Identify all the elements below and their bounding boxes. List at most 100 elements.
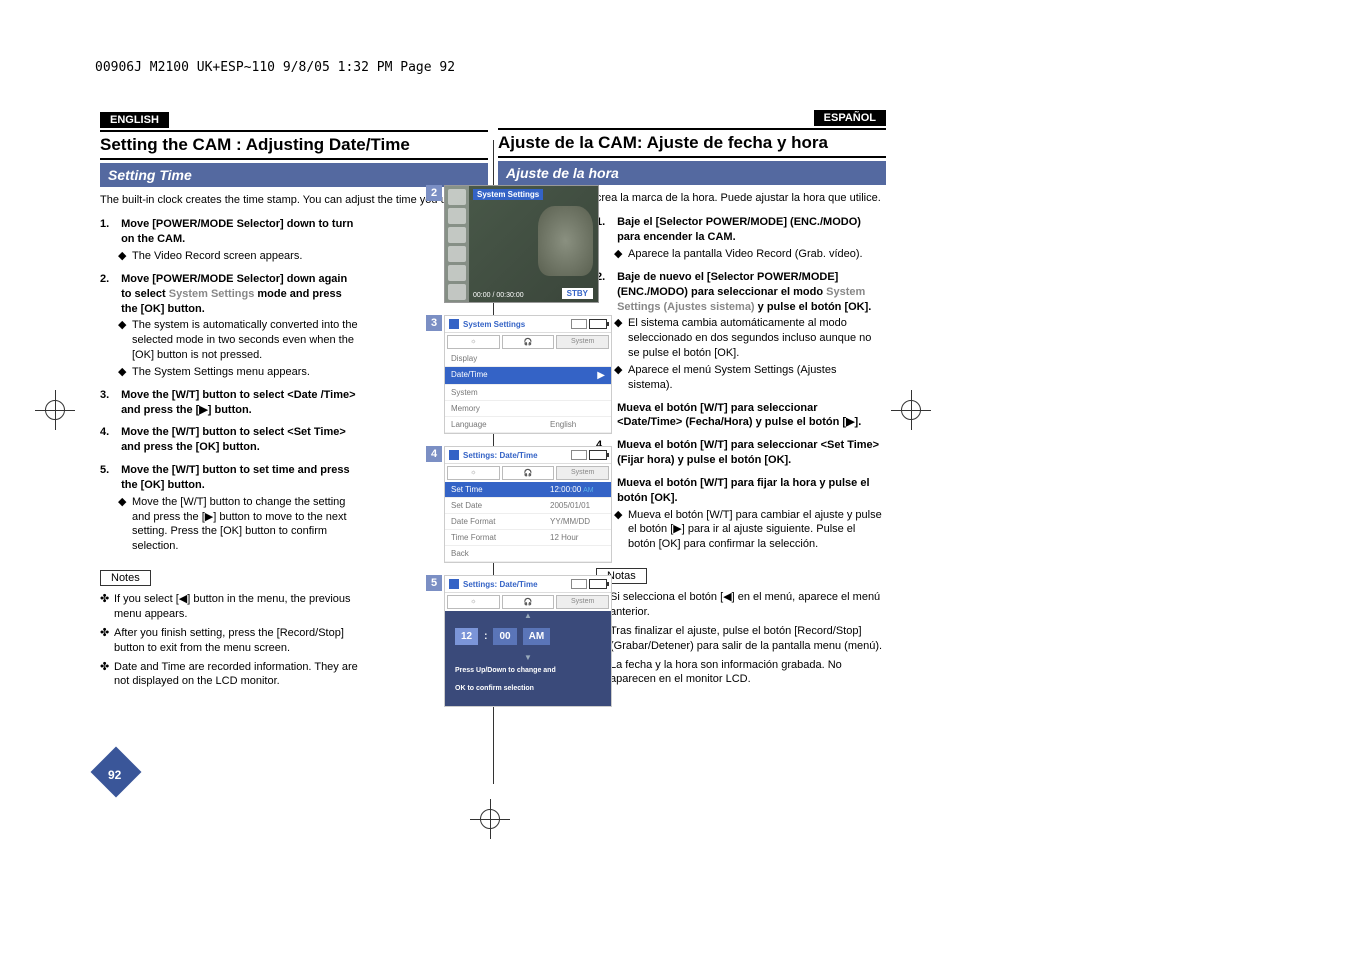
step-text: Mueva el botón [W/T] para fijar la hora … — [617, 476, 885, 506]
am-indicator: AM — [583, 487, 594, 494]
note-text: Si selecciona el botón [◀] en el menú, a… — [610, 590, 884, 620]
step-text: Move the [W/T] button to select <Set Tim… — [121, 425, 359, 455]
header-meta-line: 00906J M2100 UK+ESP~110 9/8/05 1:32 PM P… — [95, 60, 455, 75]
menu-title: System Settings — [463, 320, 571, 329]
screenshot-number: 4 — [426, 446, 442, 462]
sidebar-icon — [448, 208, 466, 224]
time-instruction-line2: OK to confirm selection — [445, 680, 611, 698]
step-item: 4. Mueva el botón [W/T] para seleccionar… — [596, 438, 886, 468]
step-text: Move [POWER/MODE Selector] down again to… — [121, 272, 359, 317]
bullet-icon: ◆ — [118, 249, 132, 264]
page-content: ENGLISH Setting the CAM : Adjusting Date… — [100, 110, 886, 784]
bullet-icon: ◆ — [118, 318, 132, 333]
card-icon — [571, 579, 587, 589]
note-icon: ✤ — [100, 592, 114, 607]
step-text: Baje de nuevo el [Selector POWER/MODE] (… — [617, 270, 885, 315]
tab-brightness: ☼ — [447, 466, 500, 480]
note-text: If you select [◀] button in the menu, th… — [114, 592, 358, 622]
bullet-text: The System Settings menu appears. — [132, 365, 358, 380]
card-icon — [571, 450, 587, 460]
menu-row: Time Format12 Hour — [445, 530, 611, 546]
timecode-label: 00:00 / 00:30:00 — [473, 292, 524, 299]
language-tag-english: ENGLISH — [100, 112, 169, 128]
arrow-down-icon: ▼ — [445, 653, 611, 662]
step-list-left: 1. Move [POWER/MODE Selector] down to tu… — [100, 217, 360, 554]
note-icon: ✤ — [100, 660, 114, 675]
step-item: 5. Mueva el botón [W/T] para fijar la ho… — [596, 476, 886, 552]
ampm-field: AM — [523, 628, 551, 645]
sidebar-icon — [448, 284, 466, 300]
section-title-right: Ajuste de la CAM: Ajuste de fecha y hora — [498, 128, 886, 158]
arrow-up-icon: ▲ — [445, 611, 611, 620]
bullet-icon: ◆ — [614, 363, 628, 378]
tab-brightness: ☼ — [447, 595, 500, 609]
step-item: 3. Mueva el botón [W/T] para seleccionar… — [596, 401, 886, 431]
bullet-icon: ◆ — [118, 365, 132, 380]
bullet-text: El sistema cambia automáticamente al mod… — [628, 316, 884, 361]
step-item: 2. Baje de nuevo el [Selector POWER/MODE… — [596, 270, 886, 393]
step-item: 5. Move the [W/T] button to set time and… — [100, 463, 360, 554]
tab-audio: 🎧 — [502, 595, 555, 609]
settings-icon — [449, 450, 459, 460]
note-text: Tras finalizar el ajuste, pulse el botón… — [610, 624, 884, 654]
step-number: 3. — [100, 388, 118, 403]
step-text: Move the [W/T] button to set time and pr… — [121, 463, 359, 493]
screenshot-column: 2 System Settings 00:00 / 00:30:00 STBY — [444, 185, 614, 719]
tab-audio: 🎧 — [502, 335, 555, 349]
chevron-right-icon: ▶ — [597, 370, 605, 381]
step-number: 1. — [100, 217, 118, 232]
tab-system: System — [556, 335, 609, 349]
step-item: 3. Move the [W/T] button to select <Date… — [100, 388, 360, 418]
bullet-text: Move the [W/T] button to change the sett… — [132, 495, 358, 554]
screenshot-3: 3 System Settings ☼ 🎧 System Display Da — [444, 315, 614, 434]
menu-row: Memory — [445, 401, 611, 417]
subsection-bar-left: Setting Time — [100, 163, 488, 187]
bullet-text: Aparece el menú System Settings (Ajustes… — [628, 363, 884, 393]
tab-system: System — [556, 595, 609, 609]
menu-row-selected: Date/Time▶ — [445, 367, 611, 385]
screenshot-5: 5 Settings: Date/Time ☼ 🎧 System ▲ — [444, 575, 614, 707]
mode-label: System Settings — [473, 189, 543, 200]
notes-label-box: Notes — [100, 570, 151, 586]
menu-row: LanguageEnglish — [445, 417, 611, 433]
battery-icon — [589, 450, 607, 460]
sidebar-icon — [448, 189, 466, 205]
camera-preview-image — [538, 206, 593, 276]
screenshot-number: 5 — [426, 575, 442, 591]
step-text: Move the [W/T] button to select <Date /T… — [121, 388, 359, 418]
step-text: Mueva el botón [W/T] para seleccionar <S… — [617, 438, 885, 468]
notes-list-left: ✤If you select [◀] button in the menu, t… — [100, 592, 360, 689]
note-text: Date and Time are recorded information. … — [114, 660, 358, 690]
menu-row: Back — [445, 546, 611, 562]
subsection-bar-right: Ajuste de la hora — [498, 161, 886, 185]
screenshot-2: 2 System Settings 00:00 / 00:30:00 STBY — [444, 185, 614, 303]
tab-brightness: ☼ — [447, 335, 500, 349]
screenshot-4: 4 Settings: Date/Time ☼ 🎧 System Set Tim… — [444, 446, 614, 563]
section-title-left: Setting the CAM : Adjusting Date/Time — [100, 130, 488, 160]
bullet-icon: ◆ — [614, 316, 628, 331]
time-instruction-line1: Press Up/Down to change and — [445, 662, 611, 680]
bullet-text: The Video Record screen appears. — [132, 249, 358, 264]
bullet-text: Aparece la pantalla Video Record (Grab. … — [628, 247, 884, 262]
registration-mark — [35, 390, 75, 430]
note-text: After you finish setting, press the [Rec… — [114, 626, 358, 656]
menu-row: Set Date2005/01/01 — [445, 498, 611, 514]
step-text: Move [POWER/MODE Selector] down to turn … — [121, 217, 359, 247]
step-item: 1. Baje el [Selector POWER/MODE] (ENC./M… — [596, 215, 886, 262]
card-icon — [571, 319, 587, 329]
sidebar-icon — [448, 227, 466, 243]
bullet-icon: ◆ — [118, 495, 132, 510]
battery-icon — [589, 579, 607, 589]
step-number: 4. — [100, 425, 118, 440]
step-item: 1. Move [POWER/MODE Selector] down to tu… — [100, 217, 360, 264]
tab-system: System — [556, 466, 609, 480]
menu-row: Display — [445, 351, 611, 367]
step-text: Mueva el botón [W/T] para seleccionar <D… — [617, 401, 885, 431]
menu-row: Date FormatYY/MM/DD — [445, 514, 611, 530]
bullet-icon: ◆ — [614, 508, 628, 523]
screenshot-number: 3 — [426, 315, 442, 331]
note-icon: ✤ — [100, 626, 114, 641]
step-number: 5. — [100, 463, 118, 478]
step-item: 4. Move the [W/T] button to select <Set … — [100, 425, 360, 455]
bullet-text: The system is automatically converted in… — [132, 318, 358, 363]
